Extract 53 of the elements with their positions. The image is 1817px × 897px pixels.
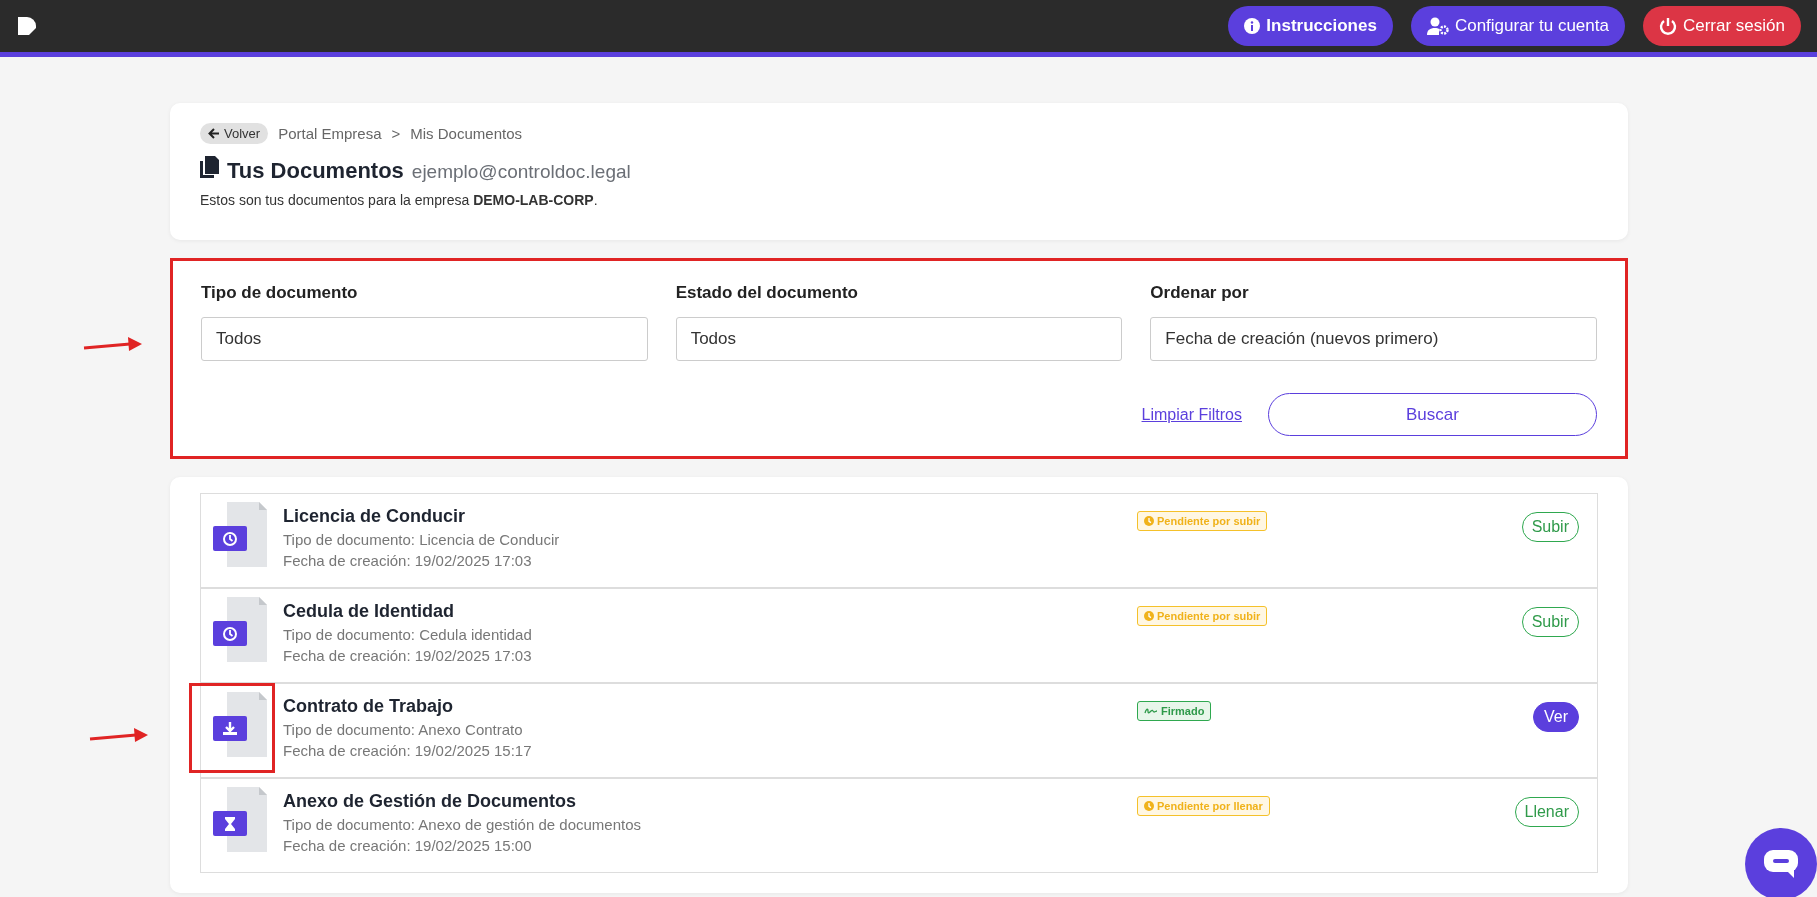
info-icon [1244, 18, 1261, 34]
select-field[interactable]: Todos [675, 317, 1123, 361]
clock-icon [1144, 611, 1154, 621]
signature-icon [1144, 707, 1158, 715]
document-title: Contrato de Trabajo [283, 696, 454, 717]
back-button[interactable]: Volver [200, 123, 269, 144]
document-type: Tipo de documento: Anexo de gestión de documentos [283, 816, 643, 833]
select-field[interactable]: Fecha de creación (nuevos primero) [1150, 317, 1597, 361]
field-label: Tipo de documento [201, 283, 359, 303]
logo-icon [18, 17, 38, 35]
description-text: Estos son tus documentos para la empresa DEMO-LAB-CORP. [200, 192, 599, 208]
action-button[interactable]: Subir [1521, 607, 1579, 637]
clear-filters-link[interactable]: Limpiar Filtros [1141, 405, 1242, 424]
document-icon [211, 502, 267, 567]
clock-icon [1144, 516, 1154, 526]
chat-icon [1764, 850, 1798, 878]
creation-date: Fecha de creación: 19/02/2025 15:17 [283, 742, 533, 759]
status-badge: Firmado [1137, 701, 1212, 721]
action-button[interactable]: Ver [1533, 702, 1579, 732]
user-email: ejemplo@controldoc.legal [411, 161, 631, 183]
document-title: Anexo de Gestión de Documentos [283, 791, 578, 812]
document-icon [211, 692, 267, 757]
documents-icon [200, 156, 219, 178]
document-type: Tipo de documento: Anexo Contrato [283, 721, 524, 738]
action-button[interactable]: Llenar [1514, 797, 1579, 827]
select-field[interactable]: Todos [201, 317, 648, 361]
status-badge: Pendiente por llenar [1137, 796, 1270, 816]
document-title: Cedula de Identidad [283, 601, 456, 622]
header-button[interactable]: Configurar tu cuenta [1410, 6, 1625, 46]
power-icon [1658, 17, 1677, 35]
back-arrow-icon [208, 128, 220, 139]
field-label: Estado del documento [675, 283, 859, 303]
document-type: Tipo de documento: Licencia de Conducir [283, 531, 561, 548]
user-gear-icon [1426, 17, 1449, 35]
field-label: Ordenar por [1150, 283, 1250, 303]
document-type: Tipo de documento: Cedula identidad [283, 626, 533, 643]
breadcrumb-separator: > [391, 125, 401, 142]
action-button[interactable]: Subir [1521, 512, 1579, 542]
creation-date: Fecha de creación: 19/02/2025 17:03 [283, 647, 533, 664]
document-icon [211, 787, 267, 852]
header-button[interactable]: Cerrar sesión [1642, 6, 1801, 46]
document-icon [211, 597, 267, 662]
breadcrumb-link[interactable]: Portal Empresa [278, 125, 382, 142]
creation-date: Fecha de creación: 19/02/2025 15:00 [283, 837, 533, 854]
creation-date: Fecha de creación: 19/02/2025 17:03 [283, 552, 533, 569]
document-title: Licencia de Conducir [283, 506, 467, 527]
clock-icon [1144, 801, 1154, 811]
breadcrumb-current: Mis Documentos [410, 125, 522, 142]
search-button[interactable]: Buscar [1268, 393, 1597, 436]
status-badge: Pendiente por subir [1137, 606, 1268, 626]
status-badge: Pendiente por subir [1137, 511, 1268, 531]
header-button[interactable]: Instrucciones [1228, 6, 1393, 46]
page-title: Tus Documentos [227, 158, 404, 184]
